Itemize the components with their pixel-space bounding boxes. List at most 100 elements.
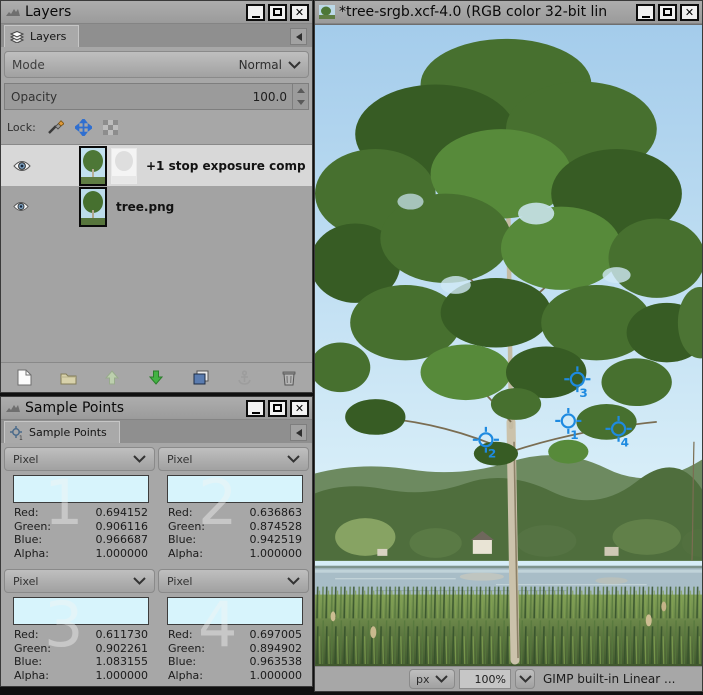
close-icon: ✕ <box>295 403 304 414</box>
marker-label: 1 <box>570 428 578 442</box>
layers-toolbar <box>1 363 312 392</box>
channel-label: Blue: <box>168 533 196 547</box>
minimize-button[interactable] <box>246 400 265 417</box>
channel-value: 0.902261 <box>96 642 149 656</box>
anchor-layer-button[interactable] <box>234 367 256 389</box>
channel-value: 0.611730 <box>96 628 149 642</box>
chevron-down-icon <box>133 455 146 463</box>
chevron-down-icon <box>133 577 146 585</box>
trash-icon <box>282 370 296 386</box>
zoom-value: 100% <box>475 673 506 686</box>
chevron-down-icon <box>519 675 532 683</box>
arrow-down-icon <box>149 370 163 385</box>
mode-value: Pixel <box>13 575 38 588</box>
channel-label: Blue: <box>168 655 196 669</box>
zoom-entry[interactable]: 100% <box>459 669 511 689</box>
minimize-button[interactable] <box>636 4 655 21</box>
chevron-down-icon <box>287 577 300 585</box>
mode-label: Mode <box>12 58 45 72</box>
sample-point-panel-2: 2 Pixel Red:0.636863 Green:0.874528 Blue… <box>158 447 309 560</box>
image-canvas[interactable]: 1 2 3 4 <box>315 24 702 666</box>
chevron-down-icon <box>287 455 300 463</box>
unit-dropdown[interactable]: px <box>409 669 455 689</box>
minimize-button[interactable] <box>246 4 265 21</box>
channel-value: 0.874528 <box>250 520 303 534</box>
channel-value: 0.942519 <box>250 533 303 547</box>
layer-thumbnail[interactable] <box>79 187 107 227</box>
tab-menu-button[interactable] <box>290 424 307 441</box>
layers-titlebar[interactable]: Layers ✕ <box>1 1 312 24</box>
image-titlebar[interactable]: *tree-srgb.xcf-4.0 (RGB color 32-bit lin… <box>315 1 702 24</box>
minimize-icon <box>642 16 650 18</box>
channel-label: Blue: <box>14 533 42 547</box>
opacity-spinner[interactable] <box>292 84 308 109</box>
visibility-eye-icon[interactable] <box>13 160 31 172</box>
mode-value: Pixel <box>167 575 192 588</box>
layer-mode-dropdown[interactable]: Mode Normal <box>4 51 309 78</box>
tab-layers[interactable]: Layers <box>4 25 79 47</box>
dialog-icon <box>5 5 21 19</box>
mode-value: Pixel <box>13 453 38 466</box>
duplicate-layer-button[interactable] <box>190 367 212 389</box>
channel-value: 1.000000 <box>250 547 303 561</box>
maximize-button[interactable] <box>658 4 677 21</box>
channel-label: Red: <box>168 506 193 520</box>
channel-value: 0.694152 <box>96 506 149 520</box>
close-button[interactable]: ✕ <box>680 4 699 21</box>
channel-value: 0.963538 <box>250 655 303 669</box>
delete-layer-button[interactable] <box>278 367 300 389</box>
channel-label: Alpha: <box>14 547 49 561</box>
chevron-down-icon <box>288 61 301 69</box>
channel-value: 1.000000 <box>96 669 149 683</box>
tab-sample-points[interactable]: 1 Sample Points <box>4 421 120 443</box>
layer-row-active[interactable]: +1 stop exposure comp <box>1 145 312 186</box>
channel-label: Green: <box>168 520 205 534</box>
channel-value: 1.000000 <box>250 669 303 683</box>
lock-pixels-brush-icon[interactable] <box>47 119 64 135</box>
zoom-dropdown-button[interactable] <box>515 669 535 689</box>
layer-mask-thumbnail[interactable] <box>111 148 137 184</box>
maximize-button[interactable] <box>268 4 287 21</box>
layer-thumbnail[interactable] <box>79 146 107 186</box>
new-group-button[interactable] <box>57 367 79 389</box>
channel-value: 0.906116 <box>96 520 149 534</box>
channel-value: 1.083155 <box>96 655 149 669</box>
raise-layer-button[interactable] <box>101 367 123 389</box>
tab-menu-button[interactable] <box>290 28 307 45</box>
opacity-slider[interactable]: Opacity 100.0 <box>4 83 309 110</box>
opacity-value: 100.0 <box>253 90 292 104</box>
channel-label: Red: <box>14 628 39 642</box>
channel-label: Green: <box>14 520 51 534</box>
new-layer-button[interactable] <box>13 367 35 389</box>
layer-row[interactable]: tree.png <box>1 186 312 227</box>
sample-points-titlebar[interactable]: Sample Points ✕ <box>1 397 312 420</box>
lock-position-move-icon[interactable] <box>75 119 92 136</box>
maximize-button[interactable] <box>268 400 287 417</box>
minimize-icon <box>252 412 260 414</box>
close-icon: ✕ <box>685 7 694 18</box>
chevron-down-icon <box>435 675 448 683</box>
visibility-eye-icon[interactable] <box>13 201 29 212</box>
close-button[interactable]: ✕ <box>290 4 309 21</box>
folder-icon <box>60 371 77 385</box>
channel-label: Blue: <box>14 655 42 669</box>
spin-up-icon[interactable] <box>293 84 308 97</box>
channel-label: Red: <box>14 506 39 520</box>
lock-alpha-checker-icon[interactable] <box>103 120 118 135</box>
sample-points-dialog: Sample Points ✕ 1 Sample Points <box>0 396 313 687</box>
marker-label: 4 <box>621 436 629 450</box>
spin-down-icon[interactable] <box>293 97 308 110</box>
lock-row: Lock: <box>7 116 306 138</box>
mode-value: Normal <box>239 58 282 72</box>
image-statusbar: px 100% GIMP built-in Linear ... <box>315 666 702 691</box>
unit-value: px <box>416 673 430 686</box>
gimp-desktop: Layers ✕ Layers Mode Normal <box>0 0 703 695</box>
channel-value: 0.966687 <box>96 533 149 547</box>
sample-point-icon: 1 <box>10 426 24 440</box>
layers-tabrow: Layers <box>1 24 312 47</box>
close-button[interactable]: ✕ <box>290 400 309 417</box>
tab-label: Layers <box>30 30 66 43</box>
mode-value: Pixel <box>167 453 192 466</box>
sample-points-tabrow: 1 Sample Points <box>1 420 312 443</box>
lower-layer-button[interactable] <box>145 367 167 389</box>
